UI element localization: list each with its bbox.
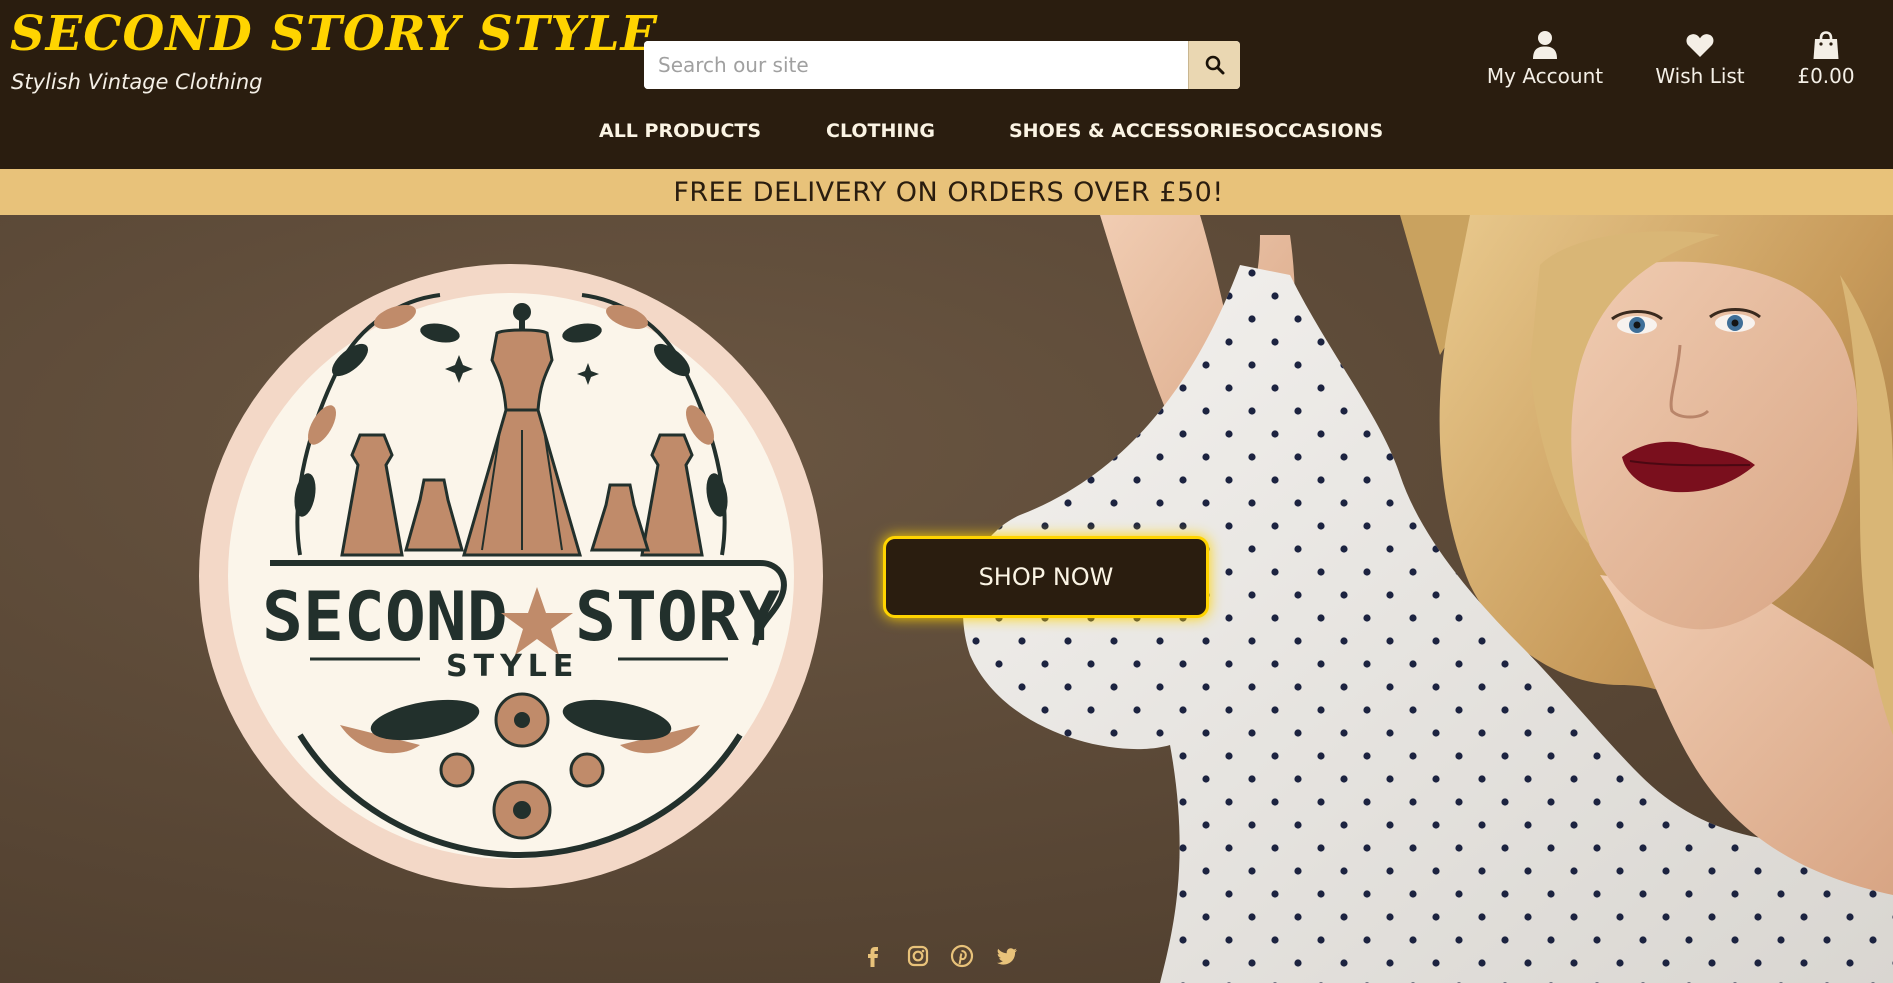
main-nav: ALL PRODUCTS CLOTHING SHOES & ACCESSORIE…: [0, 120, 1893, 150]
logo-text-second: SECOND: [262, 578, 508, 657]
logo-text-style: STYLE: [446, 649, 579, 684]
hero-section: SECOND STORY STYLE SHOP NOW: [0, 215, 1893, 983]
cart-total: £0.00: [1797, 64, 1855, 88]
wish-list-link[interactable]: Wish List: [1650, 30, 1750, 88]
instagram-link[interactable]: [905, 943, 931, 969]
search-button[interactable]: [1188, 41, 1240, 89]
promo-banner: FREE DELIVERY ON ORDERS OVER £50!: [0, 169, 1893, 215]
cart-link[interactable]: £0.00: [1790, 30, 1862, 88]
search-form: [644, 41, 1240, 89]
user-icon: [1533, 31, 1557, 59]
instagram-icon: [907, 945, 928, 967]
my-account-link[interactable]: My Account: [1480, 30, 1610, 88]
promo-text: FREE DELIVERY ON ORDERS OVER £50!: [673, 176, 1224, 208]
nav-clothing[interactable]: CLOTHING: [826, 120, 935, 142]
page: SECOND STORY STYLE Stylish Vintage Cloth…: [0, 0, 1893, 983]
brand-tagline: Stylish Vintage Clothing: [11, 70, 263, 94]
search-input[interactable]: [644, 41, 1188, 89]
facebook-icon: [868, 947, 878, 967]
shop-now-button[interactable]: SHOP NOW: [883, 536, 1209, 618]
twitter-link[interactable]: [994, 943, 1020, 969]
site-header: SECOND STORY STYLE Stylish Vintage Cloth…: [0, 0, 1893, 169]
logo-text-story: STORY: [575, 578, 780, 657]
wish-list-label: Wish List: [1655, 64, 1745, 88]
twitter-icon: [996, 948, 1017, 965]
search-icon: [1205, 55, 1224, 75]
social-links: [860, 941, 1020, 971]
nav-all-products[interactable]: ALL PRODUCTS: [599, 120, 761, 142]
brand-title[interactable]: SECOND STORY STYLE: [10, 6, 658, 62]
nav-occasions[interactable]: OCCASIONS: [1258, 120, 1383, 142]
shopping-bag-icon: [1813, 31, 1839, 59]
my-account-label: My Account: [1486, 64, 1604, 88]
pinterest-icon: [951, 944, 974, 968]
pinterest-link[interactable]: [949, 943, 975, 969]
facebook-link[interactable]: [860, 943, 886, 969]
heart-icon: [1686, 34, 1714, 57]
nav-shoes-accessories[interactable]: SHOES & ACCESSORIES: [1009, 120, 1258, 142]
